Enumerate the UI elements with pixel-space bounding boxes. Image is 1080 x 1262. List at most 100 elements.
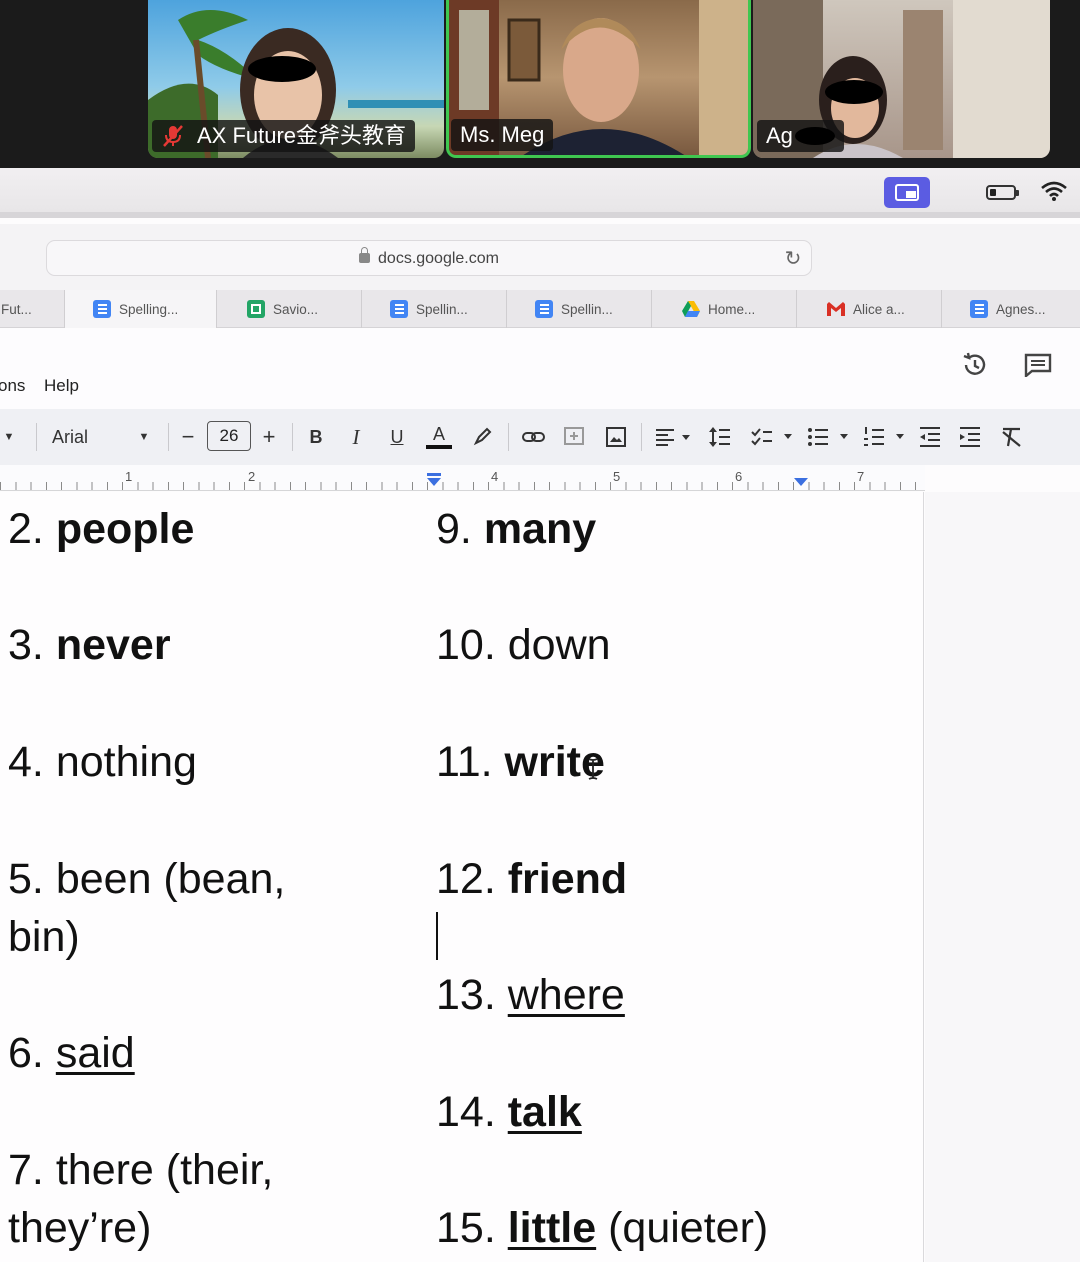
item-word: people bbox=[55, 505, 195, 553]
screen-share-icon[interactable] bbox=[884, 177, 930, 208]
browser-toolbar: docs.google.com ↻ bbox=[0, 224, 1080, 290]
item-number: 9. bbox=[436, 505, 472, 553]
item-number: 10. bbox=[436, 621, 496, 669]
zoom-participant-strip: AX Future金斧头教育 Ms. Meg Ag bbox=[0, 0, 1080, 168]
tab-label: Savio... bbox=[273, 301, 319, 317]
tab-2[interactable]: Spelling... bbox=[64, 290, 216, 328]
reload-icon[interactable]: ↻ bbox=[781, 247, 805, 271]
decrease-indent-icon[interactable] bbox=[918, 426, 942, 448]
formatting-toolbar: ▼ Arial ▼ − 26 + B I U A bbox=[0, 409, 1080, 465]
tab-3[interactable]: Savio... bbox=[216, 290, 361, 328]
list-item[interactable]: 6. said bbox=[8, 1024, 135, 1082]
list-item[interactable]: 3. never bbox=[8, 616, 171, 674]
item-word: little bbox=[507, 1204, 597, 1252]
item-word: never bbox=[55, 621, 171, 669]
tab-5[interactable]: Spellin... bbox=[506, 290, 651, 328]
tab-1[interactable]: Fut... bbox=[0, 290, 64, 328]
item-number: 14. bbox=[436, 1088, 496, 1136]
increase-indent-icon[interactable] bbox=[958, 426, 982, 448]
privacy-blur bbox=[248, 56, 316, 82]
font-dropdown-icon[interactable]: ▼ bbox=[136, 409, 152, 465]
participant-name-tag: AX Future金斧头教育 bbox=[152, 120, 416, 152]
indent-marker-icon[interactable] bbox=[426, 473, 442, 487]
font-family-select[interactable]: Arial bbox=[52, 409, 88, 465]
tab-4[interactable]: Spellin... bbox=[361, 290, 506, 328]
tab-8[interactable]: Agnes... bbox=[941, 290, 1080, 328]
battery-icon[interactable] bbox=[986, 185, 1019, 200]
item-word: down bbox=[507, 621, 611, 669]
tab-label: Spellin... bbox=[561, 301, 613, 317]
comments-icon[interactable] bbox=[1024, 353, 1052, 377]
sheets-icon bbox=[247, 300, 265, 318]
participant-tile-ms-meg[interactable]: Ms. Meg bbox=[446, 0, 751, 158]
divider bbox=[168, 423, 169, 451]
wifi-icon[interactable] bbox=[1040, 179, 1068, 203]
item-word: been (bean, bbox=[55, 855, 286, 903]
ruler[interactable]: 1 2 4 5 6 7 bbox=[0, 465, 925, 491]
line-spacing-icon[interactable] bbox=[708, 426, 732, 448]
item-word: there (their, bbox=[55, 1146, 274, 1194]
color-swatch bbox=[426, 445, 452, 449]
menu-help[interactable]: Help bbox=[44, 376, 79, 396]
align-left-icon[interactable] bbox=[654, 427, 694, 447]
docs-header: ons Help bbox=[0, 329, 1080, 409]
increase-font-size-button[interactable]: + bbox=[259, 409, 279, 465]
checklist-icon[interactable] bbox=[750, 426, 796, 448]
item-word: where bbox=[507, 971, 625, 1019]
caret-down-icon[interactable]: ▼ bbox=[2, 409, 16, 465]
link-icon[interactable] bbox=[521, 426, 547, 448]
list-item[interactable]: 14. talk bbox=[436, 1083, 582, 1141]
list-item[interactable]: 9. many bbox=[436, 500, 596, 558]
list-item[interactable]: 2. people bbox=[8, 500, 194, 558]
item-number: 12. bbox=[436, 855, 496, 903]
item-note: (quieter) bbox=[608, 1204, 769, 1252]
item-number: 15. bbox=[436, 1204, 496, 1252]
bulleted-list-icon[interactable] bbox=[806, 426, 852, 448]
participant-name: AX Future金斧头教育 bbox=[197, 123, 407, 148]
clear-formatting-icon[interactable] bbox=[1000, 426, 1024, 448]
list-item[interactable]: 7. there (their, bbox=[8, 1141, 273, 1199]
ruler-number: 1 bbox=[125, 469, 133, 484]
list-item[interactable]: 4. nothing bbox=[8, 733, 197, 791]
tab-7[interactable]: Alice a... bbox=[796, 290, 941, 328]
item-number: 3. bbox=[8, 621, 44, 669]
list-item[interactable]: 15. little (quieter) bbox=[436, 1199, 768, 1257]
text-color-button[interactable]: A bbox=[426, 409, 452, 465]
version-history-icon[interactable] bbox=[961, 351, 989, 379]
docs-icon bbox=[390, 300, 408, 318]
participant-tile-ag[interactable]: Ag bbox=[753, 0, 1050, 158]
menu-extensions[interactable]: ons bbox=[0, 376, 25, 396]
list-item[interactable]: 11. write bbox=[436, 733, 605, 791]
right-indent-marker-icon[interactable] bbox=[793, 477, 809, 487]
participant-tile-ax-future[interactable]: AX Future金斧头教育 bbox=[148, 0, 444, 158]
tab-6[interactable]: Home... bbox=[651, 290, 796, 328]
address-bar[interactable]: docs.google.com ↻ bbox=[46, 240, 812, 276]
add-comment-icon[interactable] bbox=[562, 425, 586, 449]
participant-name-tag: Ms. Meg bbox=[451, 119, 554, 151]
item-word-continued: bin) bbox=[8, 913, 80, 961]
item-word: many bbox=[483, 505, 597, 553]
item-number: 4. bbox=[8, 738, 44, 786]
underline-button[interactable]: U bbox=[387, 409, 407, 465]
list-item[interactable]: 10. down bbox=[436, 616, 611, 674]
tab-label: Spellin... bbox=[416, 301, 468, 317]
list-item-continuation[interactable]: bin) bbox=[8, 908, 80, 966]
screen: AX Future金斧头教育 Ms. Meg Ag docs.google.co… bbox=[0, 0, 1080, 1262]
list-item[interactable]: 13. where bbox=[436, 966, 625, 1024]
list-item-continuation[interactable]: they’re) bbox=[8, 1199, 151, 1257]
italic-button[interactable]: I bbox=[346, 409, 366, 465]
mic-muted-icon bbox=[161, 124, 185, 148]
insert-image-icon[interactable] bbox=[604, 425, 628, 449]
docs-icon bbox=[535, 300, 553, 318]
decrease-font-size-button[interactable]: − bbox=[178, 409, 198, 465]
numbered-list-icon[interactable] bbox=[862, 426, 908, 448]
drive-icon bbox=[682, 300, 700, 318]
bold-button[interactable]: B bbox=[306, 409, 326, 465]
macos-menu-bar bbox=[0, 168, 1080, 218]
list-item[interactable]: 12. friend bbox=[436, 850, 627, 908]
highlight-pen-icon[interactable] bbox=[472, 425, 494, 447]
font-size-input[interactable]: 26 bbox=[207, 421, 251, 451]
participant-name: Ag bbox=[766, 123, 793, 148]
list-item[interactable]: 5. been (bean, bbox=[8, 850, 285, 908]
ruler-number: 2 bbox=[248, 469, 256, 484]
